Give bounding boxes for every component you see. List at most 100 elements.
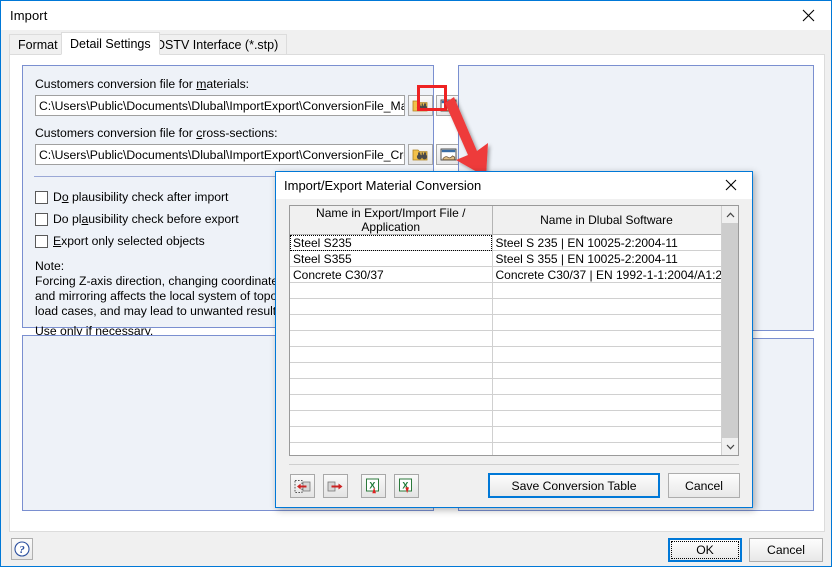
cross-sections-label-pre: Customers conversion file for: [35, 126, 197, 140]
table-row[interactable]: Concrete C30/37 Concrete C30/37 | EN 1992…: [290, 266, 722, 283]
note-heading: Note:: [35, 259, 65, 273]
ok-button[interactable]: OK: [668, 538, 742, 562]
cancel-button[interactable]: Cancel: [749, 538, 823, 562]
column-header-dlubal-name[interactable]: Name in Dlubal Software: [492, 206, 722, 235]
checkbox-export-only-selected[interactable]: Export only selected objects: [35, 234, 205, 248]
table-row[interactable]: [290, 330, 722, 347]
cell-export-import-name[interactable]: [290, 314, 493, 331]
folder-binoculars-icon[interactable]: [408, 95, 433, 116]
cell-export-import-name[interactable]: [290, 426, 493, 443]
cell-dlubal-name[interactable]: [492, 378, 722, 395]
table-row[interactable]: Steel S235 Steel S 235 | EN 10025-2:2004-…: [290, 234, 722, 251]
divider: [289, 464, 739, 465]
table-row[interactable]: [290, 362, 722, 379]
cell-dlubal-name[interactable]: [492, 330, 722, 347]
insert-row-button[interactable]: [290, 474, 315, 498]
tab-label: Format: [18, 37, 58, 52]
modal-title-bar: Import/Export Material Conversion: [276, 172, 752, 199]
cross-sections-conversion-file-input[interactable]: C:\Users\Public\Documents\Dlubal\ImportE…: [35, 144, 405, 165]
cell-export-import-name[interactable]: [290, 394, 493, 411]
cell-dlubal-name[interactable]: [492, 314, 722, 331]
cell-export-import-name[interactable]: [290, 346, 493, 363]
note-body-line-3: load cases, and may lead to unwanted res…: [35, 304, 286, 318]
chevron-up-icon[interactable]: [722, 206, 738, 223]
cell-export-import-name[interactable]: [290, 330, 493, 347]
checkbox-box[interactable]: [35, 212, 48, 226]
import-from-excel-button[interactable]: X: [361, 474, 386, 498]
cross-sections-label: Customers conversion file for cross-sect…: [35, 126, 278, 140]
tab-strip: Format Detail Settings DSTV Interface (*…: [9, 32, 825, 55]
table-row[interactable]: Steel S355 Steel S 355 | EN 10025-2:2004-…: [290, 250, 722, 267]
cell-dlubal-name[interactable]: [492, 298, 722, 315]
material-conversion-dialog: Import/Export Material Conversion Name i…: [275, 171, 753, 508]
scrollbar-track[interactable]: [722, 223, 738, 438]
cell-dlubal-name[interactable]: Concrete C30/37 | EN 1992-1-1:2004/A1:20…: [492, 266, 722, 283]
cell-dlubal-name[interactable]: Steel S 235 | EN 10025-2:2004-11: [492, 234, 722, 251]
materials-conversion-file-input[interactable]: C:\Users\Public\Documents\Dlubal\ImportE…: [35, 95, 405, 116]
modal-cancel-label: Cancel: [685, 478, 723, 493]
cell-dlubal-name[interactable]: [492, 282, 722, 299]
cell-export-import-name[interactable]: [290, 298, 493, 315]
materials-label-post: aterials:: [206, 77, 250, 91]
table-row[interactable]: [290, 314, 722, 331]
cell-export-import-name[interactable]: [290, 378, 493, 395]
table-row[interactable]: [290, 298, 722, 315]
materials-label: Customers conversion file for materials:: [35, 77, 249, 91]
export-to-excel-button[interactable]: X: [394, 474, 419, 498]
focus-rectangle: [671, 541, 739, 559]
cell-dlubal-name[interactable]: Steel S 355 | EN 10025-2:2004-11: [492, 250, 722, 267]
table-row[interactable]: [290, 282, 722, 299]
modal-cancel-button[interactable]: Cancel: [668, 473, 740, 498]
table-row[interactable]: [290, 346, 722, 363]
checkbox-plausibility-after-import[interactable]: Do plausibility check after import: [35, 190, 228, 204]
cross-sections-file-path: C:\Users\Public\Documents\Dlubal\ImportE…: [39, 147, 404, 162]
window-title: Import: [10, 8, 48, 23]
cell-export-import-name[interactable]: Steel S235: [290, 234, 493, 251]
cell-export-import-name[interactable]: Steel S355: [290, 250, 493, 267]
checkbox-label: Do plausibility check before export: [53, 212, 239, 226]
close-icon[interactable]: [710, 172, 752, 198]
column-header-export-import-name[interactable]: Name in Export/Import File / Application: [290, 206, 493, 235]
cell-dlubal-name[interactable]: [492, 426, 722, 443]
chevron-down-icon[interactable]: [722, 438, 738, 455]
checkbox-plausibility-before-export[interactable]: Do plausibility check before export: [35, 212, 239, 226]
checkbox-box[interactable]: [35, 190, 48, 204]
table-body: Steel S235 Steel S 235 | EN 10025-2:2004-…: [290, 234, 722, 455]
cell-dlubal-name[interactable]: [492, 442, 722, 455]
delete-row-button[interactable]: [323, 474, 348, 498]
tab-dstv-interface[interactable]: DSTV Interface (*.stp): [147, 34, 288, 54]
conversion-table-grid: Name in Export/Import File / Application…: [290, 206, 722, 455]
table-row[interactable]: [290, 442, 722, 455]
help-question-icon[interactable]: ?: [11, 538, 33, 560]
cell-export-import-name[interactable]: [290, 362, 493, 379]
table-row[interactable]: [290, 394, 722, 411]
cell-dlubal-name[interactable]: [492, 346, 722, 363]
table-header-row: Name in Export/Import File / Application…: [290, 206, 722, 235]
tab-label: DSTV Interface (*.stp): [156, 37, 279, 52]
cell-export-import-name[interactable]: Concrete C30/37: [290, 266, 493, 283]
checkbox-box[interactable]: [35, 234, 48, 248]
tab-detail-settings[interactable]: Detail Settings: [61, 32, 160, 55]
cell-export-import-name[interactable]: [290, 410, 493, 427]
conversion-table[interactable]: Name in Export/Import File / Application…: [289, 205, 739, 456]
cell-export-import-name[interactable]: [290, 442, 493, 455]
table-row[interactable]: [290, 378, 722, 395]
tab-format[interactable]: Format: [9, 34, 67, 54]
table-row[interactable]: [290, 410, 722, 427]
save-conversion-table-button[interactable]: Save Conversion Table: [488, 473, 660, 498]
cell-export-import-name[interactable]: [290, 282, 493, 299]
close-icon[interactable]: [786, 1, 831, 29]
cell-dlubal-name[interactable]: [492, 362, 722, 379]
folder-binoculars-icon[interactable]: [408, 144, 433, 165]
cell-dlubal-name[interactable]: [492, 394, 722, 411]
table-vertical-scrollbar[interactable]: [721, 206, 738, 455]
materials-label-pre: Customers conversion file for: [35, 77, 197, 91]
tab-label: Detail Settings: [70, 36, 151, 51]
table-row[interactable]: [290, 426, 722, 443]
save-button-label: Save Conversion Table: [511, 478, 637, 493]
modal-title: Import/Export Material Conversion: [284, 178, 482, 193]
import-dialog: Import Format Detail Settings DSTV Inter…: [0, 0, 832, 567]
title-bar: Import: [1, 1, 831, 30]
checkbox-label: Export only selected objects: [53, 234, 205, 248]
cell-dlubal-name[interactable]: [492, 410, 722, 427]
